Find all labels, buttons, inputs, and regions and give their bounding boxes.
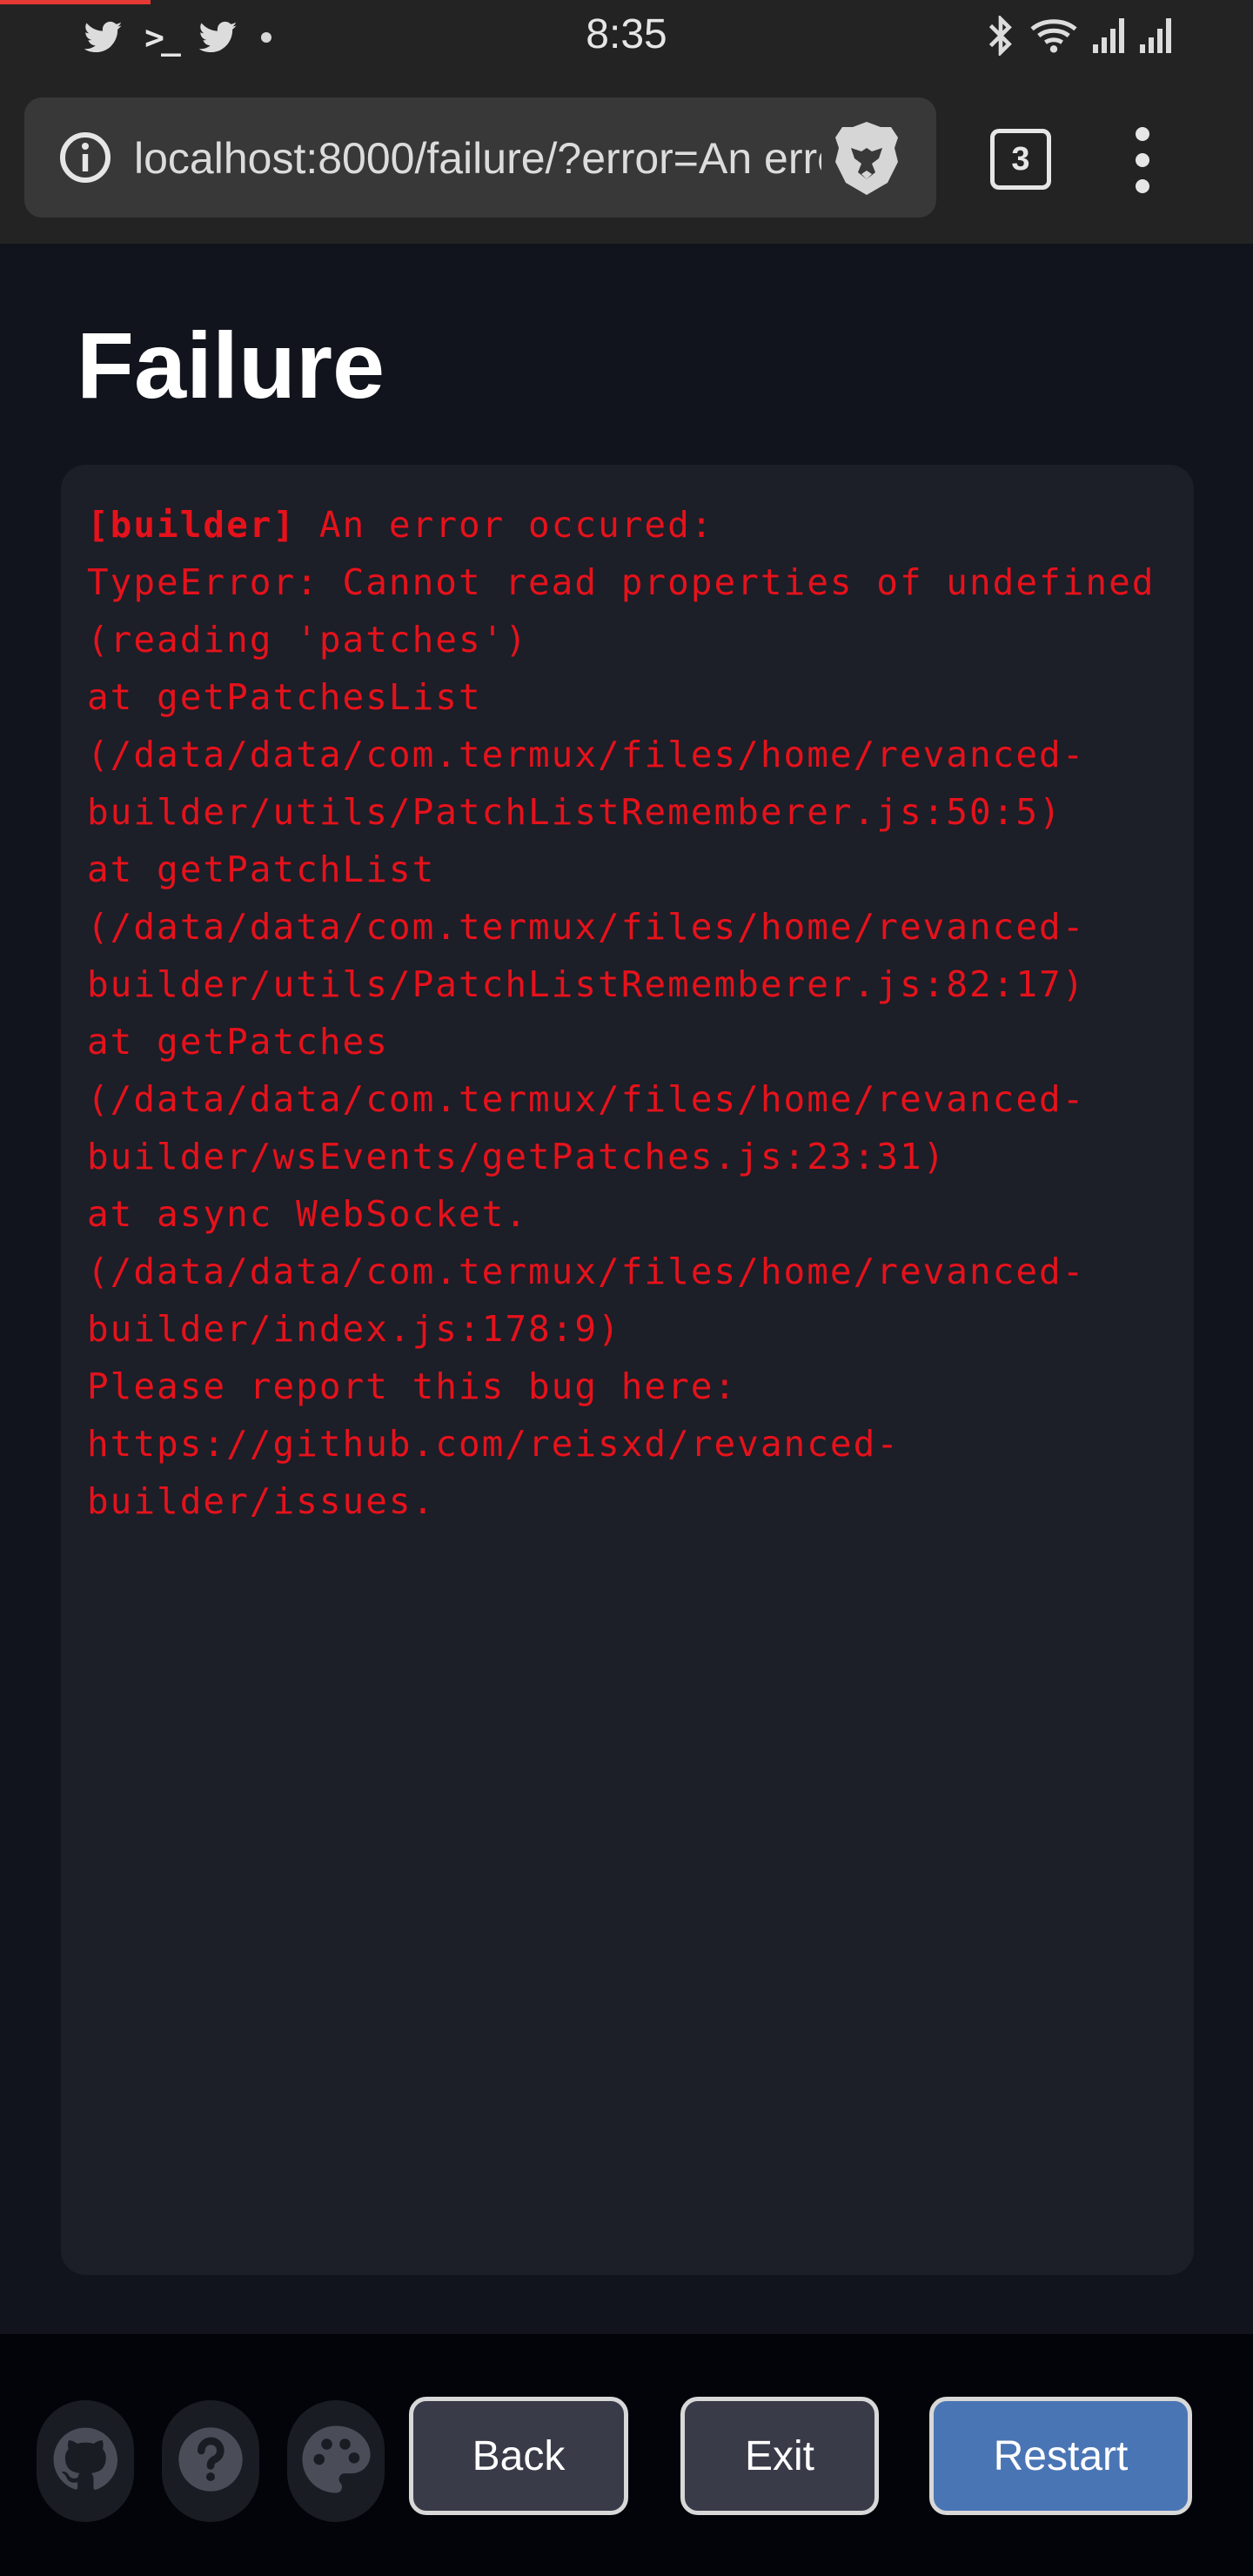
wifi-icon [1029,16,1079,60]
status-bar: >_ 8:35 [0,0,1253,75]
log-line: (/data/data/com.termux/files/home/revanc… [87,1251,1086,1292]
log-line: (/data/data/com.termux/files/home/revanc… [87,1078,1086,1120]
log-line: (/data/data/com.termux/files/home/revanc… [87,734,1086,775]
exit-button[interactable]: Exit [680,2397,879,2515]
github-button[interactable] [37,2400,134,2522]
log-line: at getPatchList [87,849,436,890]
error-log-panel: [builder] An error occured: TypeError: C… [61,465,1194,2275]
address-bar[interactable]: localhost:8000/failure/?error=An error o… [24,97,936,218]
log-line: builder/wsEvents/getPatches.js:23:31) [87,1136,947,1177]
log-line: builder/utils/PatchListRememberer.js:82:… [87,963,1086,1005]
log-line: builder/utils/PatchListRememberer.js:50:… [87,791,1062,833]
bottom-action-bar: Back Exit Restart [0,2334,1253,2576]
log-line: builder/issues. [87,1480,436,1522]
palette-icon [299,2423,372,2500]
log-line: builder/index.js:178:9) [87,1308,621,1350]
help-button[interactable] [162,2400,259,2522]
log-tag: [builder] [87,504,297,546]
log-line: [builder] An error occured: [87,496,1168,553]
log-line: (reading 'patches') [87,619,528,661]
overflow-menu-icon[interactable] [1119,127,1166,193]
page-load-progress [0,0,151,4]
restart-button[interactable]: Restart [929,2397,1192,2515]
log-first-line-text: An error occured: [296,504,714,546]
url-text[interactable]: localhost:8000/failure/?error=An error o… [134,132,821,184]
log-line: at getPatches [87,1021,389,1063]
browser-toolbar: localhost:8000/failure/?error=An error o… [0,75,1253,244]
bluetooth-icon [985,13,1016,60]
log-line: https://github.com/reisxd/revanced- [87,1423,900,1465]
tabs-button[interactable]: 3 [990,129,1051,190]
log-line: Please report this bug here: [87,1365,738,1407]
signal-icon [1138,17,1173,59]
log-line: (/data/data/com.termux/files/home/revanc… [87,906,1086,948]
theme-button[interactable] [287,2400,385,2522]
status-system-icons [985,13,1173,60]
log-line: at getPatchesList [87,676,482,718]
github-icon [52,2426,118,2497]
help-icon [176,2425,245,2499]
brave-lion-icon[interactable] [828,118,905,198]
log-line: at async WebSocket. [87,1193,528,1235]
signal-icon [1091,17,1126,59]
info-icon[interactable] [57,130,113,185]
back-button[interactable]: Back [409,2397,628,2515]
log-line: TypeError: Cannot read properties of und… [87,561,1156,603]
page-title: Failure [77,312,385,418]
